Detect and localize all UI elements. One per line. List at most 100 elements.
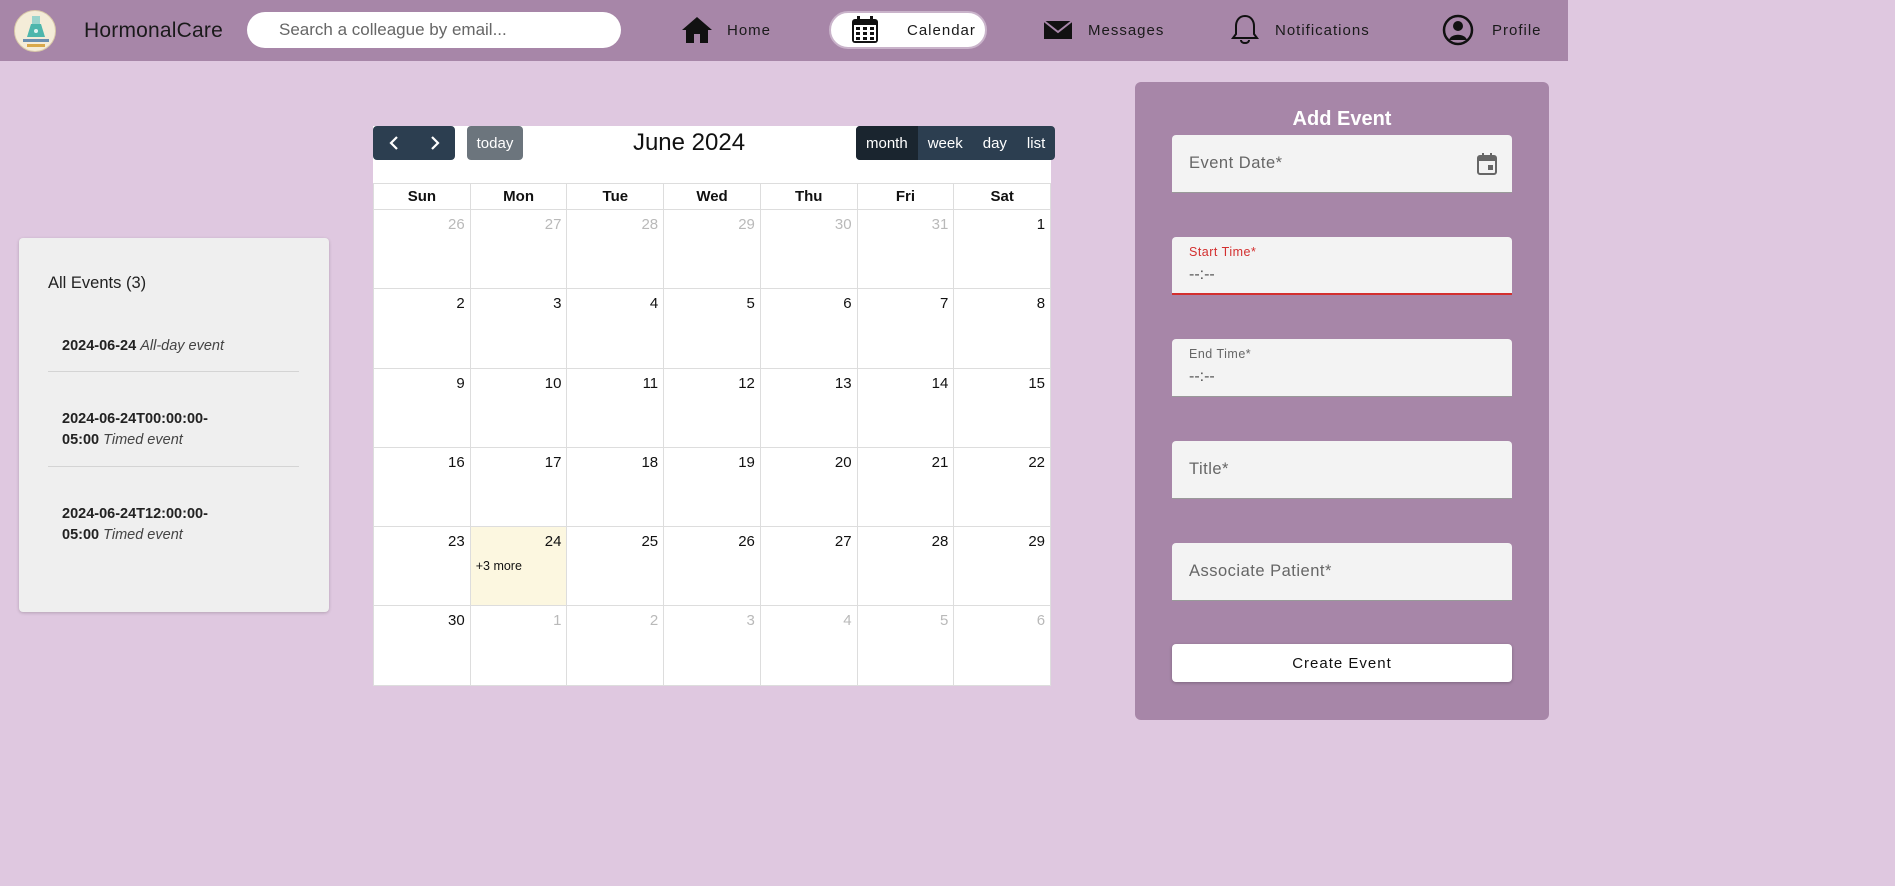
day-number[interactable]: 12 xyxy=(738,375,755,392)
nav-messages[interactable]: Messages xyxy=(1042,11,1164,49)
day-cell[interactable]: 2 xyxy=(567,606,665,686)
day-number[interactable]: 4 xyxy=(843,612,851,629)
day-number[interactable]: 5 xyxy=(940,612,948,629)
day-cell[interactable]: 17 xyxy=(470,447,568,528)
day-number[interactable]: 24 xyxy=(545,533,562,550)
day-cell[interactable]: 7 xyxy=(857,289,955,369)
day-cell[interactable]: 8 xyxy=(954,289,1052,369)
day-cell[interactable]: 20 xyxy=(760,447,858,528)
day-number[interactable]: 3 xyxy=(553,295,561,312)
day-number[interactable]: 4 xyxy=(650,295,658,312)
day-cell[interactable]: 14 xyxy=(857,368,955,448)
day-cell[interactable]: 18 xyxy=(567,447,665,528)
day-number[interactable]: 21 xyxy=(932,454,949,471)
day-number[interactable]: 11 xyxy=(643,375,659,392)
day-number[interactable]: 7 xyxy=(940,295,948,312)
day-cell[interactable]: 13 xyxy=(760,368,858,448)
day-cell[interactable]: 6 xyxy=(760,289,858,369)
day-cell[interactable]: 19 xyxy=(664,447,761,528)
day-number[interactable]: 18 xyxy=(641,454,658,471)
logo[interactable] xyxy=(14,10,56,52)
day-number[interactable]: 19 xyxy=(738,454,755,471)
day-number[interactable]: 5 xyxy=(747,295,755,312)
day-cell[interactable]: 23 xyxy=(374,527,471,607)
day-number[interactable]: 30 xyxy=(448,612,465,629)
day-number[interactable]: 22 xyxy=(1028,454,1045,471)
day-cell[interactable]: 11 xyxy=(567,368,665,448)
day-cell[interactable]: 4 xyxy=(760,606,858,686)
day-number[interactable]: 1 xyxy=(1037,216,1045,233)
day-cell-today[interactable]: 24 +3 more xyxy=(470,527,568,607)
day-number[interactable]: 13 xyxy=(835,375,852,392)
day-cell[interactable]: 26 xyxy=(374,210,471,290)
day-cell[interactable]: 28 xyxy=(857,527,955,607)
day-cell[interactable]: 21 xyxy=(857,447,955,528)
day-number[interactable]: 31 xyxy=(932,216,949,233)
prev-button[interactable] xyxy=(373,126,414,160)
day-cell[interactable]: 31 xyxy=(857,210,955,290)
event-list-item[interactable]: 2024-06-24 All-day event xyxy=(62,336,302,357)
view-week-button[interactable]: week xyxy=(918,126,973,160)
more-events-link[interactable]: +3 more xyxy=(476,559,522,573)
day-number[interactable]: 14 xyxy=(932,375,949,392)
day-cell[interactable]: 1 xyxy=(954,210,1052,290)
day-number[interactable]: 9 xyxy=(456,375,464,392)
day-number[interactable]: 25 xyxy=(641,533,658,550)
day-number[interactable]: 20 xyxy=(835,454,852,471)
day-cell[interactable]: 27 xyxy=(470,210,568,290)
day-cell[interactable]: 28 xyxy=(567,210,665,290)
day-number[interactable]: 28 xyxy=(641,216,658,233)
day-number[interactable]: 26 xyxy=(738,533,755,550)
day-cell[interactable]: 27 xyxy=(760,527,858,607)
event-list-item[interactable]: 2024-06-24T00:00:00-05:00 Timed event xyxy=(62,409,242,451)
view-day-button[interactable]: day xyxy=(973,126,1017,160)
day-cell[interactable]: 10 xyxy=(470,368,568,448)
day-cell[interactable]: 25 xyxy=(567,527,665,607)
day-number[interactable]: 27 xyxy=(545,216,562,233)
day-number[interactable]: 3 xyxy=(747,612,755,629)
day-number[interactable]: 16 xyxy=(448,454,465,471)
day-number[interactable]: 8 xyxy=(1037,295,1045,312)
day-cell[interactable]: 9 xyxy=(374,368,471,448)
create-event-button[interactable]: Create Event xyxy=(1172,644,1512,682)
day-cell[interactable]: 26 xyxy=(664,527,761,607)
day-number[interactable]: 6 xyxy=(1037,612,1045,629)
day-cell[interactable]: 30 xyxy=(760,210,858,290)
day-number[interactable]: 2 xyxy=(456,295,464,312)
nav-notifications[interactable]: Notifications xyxy=(1229,11,1370,49)
day-cell[interactable]: 22 xyxy=(954,447,1052,528)
today-button[interactable]: today xyxy=(467,126,523,160)
next-button[interactable] xyxy=(414,126,455,160)
day-cell[interactable]: 5 xyxy=(664,289,761,369)
day-number[interactable]: 1 xyxy=(553,612,561,629)
title-field[interactable]: Title* xyxy=(1172,441,1512,499)
day-number[interactable]: 28 xyxy=(932,533,949,550)
day-number[interactable]: 15 xyxy=(1028,375,1045,392)
nav-calendar[interactable]: Calendar xyxy=(829,11,987,49)
day-number[interactable]: 17 xyxy=(545,454,562,471)
view-month-button[interactable]: month xyxy=(856,126,918,160)
start-time-field[interactable]: Start Time* --:-- xyxy=(1172,237,1512,295)
day-cell[interactable]: 15 xyxy=(954,368,1052,448)
day-cell[interactable]: 4 xyxy=(567,289,665,369)
day-cell[interactable]: 16 xyxy=(374,447,471,528)
day-cell[interactable]: 29 xyxy=(954,527,1052,607)
day-number[interactable]: 6 xyxy=(843,295,851,312)
day-number[interactable]: 29 xyxy=(738,216,755,233)
day-cell[interactable]: 6 xyxy=(954,606,1052,686)
day-cell[interactable]: 1 xyxy=(470,606,568,686)
day-cell[interactable]: 30 xyxy=(374,606,471,686)
day-number[interactable]: 29 xyxy=(1028,533,1045,550)
day-cell[interactable]: 5 xyxy=(857,606,955,686)
view-list-button[interactable]: list xyxy=(1017,126,1055,160)
day-number[interactable]: 10 xyxy=(545,375,562,392)
day-cell[interactable]: 3 xyxy=(664,606,761,686)
day-cell[interactable]: 3 xyxy=(470,289,568,369)
search-input[interactable] xyxy=(247,12,621,48)
associate-patient-field[interactable]: Associate Patient* xyxy=(1172,543,1512,601)
day-cell[interactable]: 2 xyxy=(374,289,471,369)
day-cell[interactable]: 29 xyxy=(664,210,761,290)
day-cell[interactable]: 12 xyxy=(664,368,761,448)
day-number[interactable]: 2 xyxy=(650,612,658,629)
date-picker-icon[interactable] xyxy=(1477,153,1497,180)
